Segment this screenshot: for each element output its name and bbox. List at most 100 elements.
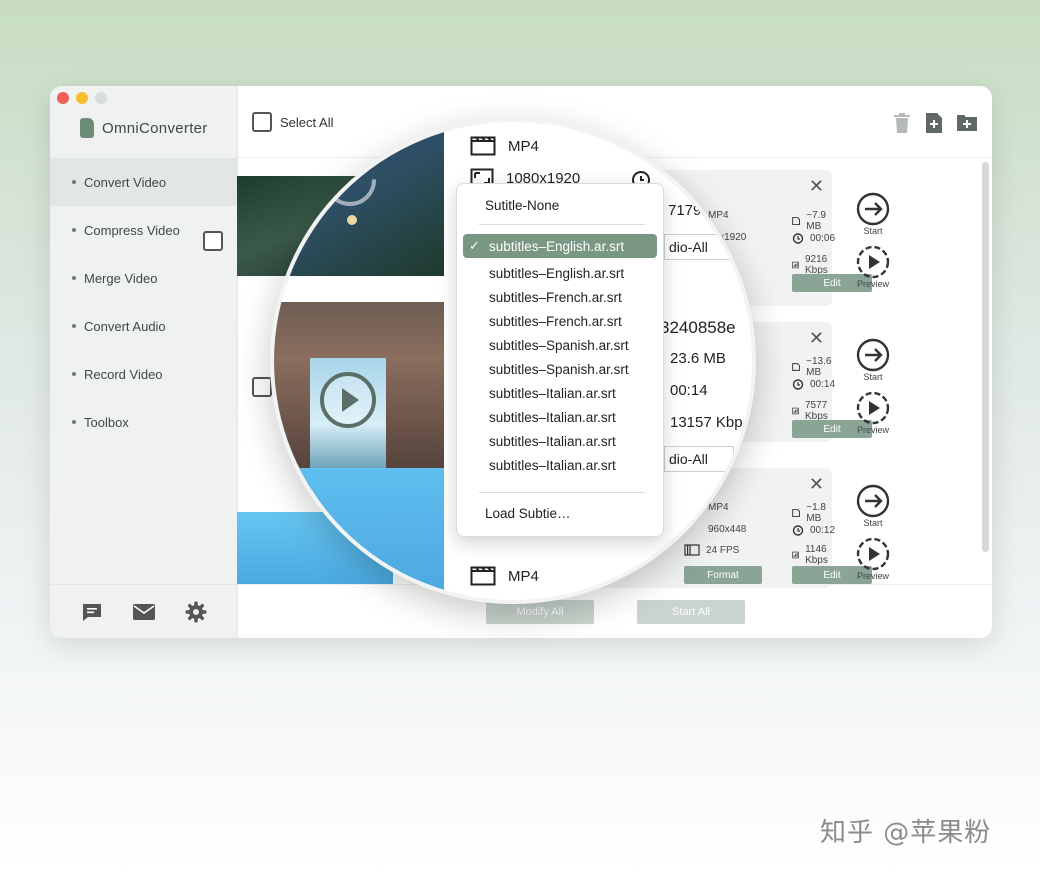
est-size: ~13.6 MB [792, 356, 835, 378]
timer-icon [792, 233, 804, 244]
subtitle-option[interactable]: subtitles–French.ar.srt [463, 285, 657, 309]
window-controls [57, 92, 107, 104]
sidebar-item-label: Convert Audio [84, 318, 166, 334]
start-icon[interactable] [856, 338, 890, 372]
bullet-icon [72, 420, 76, 424]
audio-dropdown[interactable]: dio-All [664, 446, 734, 472]
sidebar-item-convert-audio[interactable]: Convert Audio [50, 302, 238, 350]
file-size: 23.6 MB [670, 350, 726, 367]
row-checkbox[interactable] [252, 377, 272, 397]
sidebar-item-toolbox[interactable]: Toolbox [50, 398, 238, 446]
play-icon[interactable] [318, 370, 378, 430]
toolbar-icons [892, 112, 978, 139]
video-thumbnail[interactable] [274, 302, 444, 490]
fps-label: 24 FPS [684, 544, 739, 556]
start-control[interactable]: Start [854, 338, 892, 382]
subtitle-option-selected[interactable]: ✓ subtitles–English.ar.srt [463, 234, 657, 258]
start-icon[interactable] [856, 484, 890, 518]
chat-icon[interactable] [80, 600, 104, 624]
file-icon [792, 363, 800, 371]
bitrate: 13157 Kbp [670, 414, 743, 431]
preview-icon[interactable] [856, 245, 890, 279]
bitrate-icon [792, 551, 799, 559]
bitrate-value: 1146 Kbps [805, 544, 828, 566]
row-checkbox[interactable] [203, 231, 223, 251]
film-icon [684, 544, 700, 556]
clapper-icon [470, 136, 496, 156]
start-control[interactable]: Start [854, 484, 892, 528]
bitrate-value: 9216 Kbps [804, 254, 828, 276]
sidebar-item-record-video[interactable]: Record Video [50, 350, 238, 398]
duration-value: 00:12 [810, 524, 836, 536]
bitrate: 7577 Kbps [792, 400, 833, 422]
subtitle-none-option[interactable]: Sutitle-None [485, 198, 559, 213]
bitrate: 9216 Kbps [792, 254, 833, 276]
preview-label: Preview [856, 425, 889, 435]
preview-control[interactable]: Preview [854, 391, 892, 435]
format-row: MP4 [470, 136, 539, 156]
add-file-icon[interactable] [924, 112, 944, 139]
fps-value: 24 FPS [706, 544, 740, 556]
video-thumbnail[interactable] [274, 122, 444, 276]
sidebar-item-label: Merge Video [84, 270, 158, 286]
close-icon[interactable]: ✕ [809, 328, 824, 349]
audio-dropdown[interactable]: dio-All [664, 234, 734, 260]
subtitle-option[interactable]: subtitles–Spanish.ar.srt [463, 333, 657, 357]
start-all-button[interactable]: Start All [637, 600, 745, 624]
file-name-fragment: 3240858e [660, 318, 736, 337]
load-subtitle-option[interactable]: Load Subtie… [485, 506, 571, 521]
sidebar-footer [50, 584, 238, 638]
preview-icon[interactable] [856, 537, 890, 571]
sidebar-item-convert-video[interactable]: Convert Video [50, 158, 238, 206]
bitrate-icon [792, 407, 799, 415]
select-all-checkbox[interactable] [252, 112, 272, 132]
mail-icon[interactable] [132, 600, 156, 624]
close-window-button[interactable] [57, 92, 69, 104]
format-button[interactable]: Format [684, 566, 762, 584]
subtitle-option[interactable]: subtitles–Spanish.ar.srt [463, 357, 657, 381]
subtitle-option[interactable]: subtitles–French.ar.srt [463, 309, 657, 333]
subtitle-option-label: subtitles–English.ar.srt [489, 238, 625, 254]
duration: 00:12 [792, 524, 835, 536]
subtitle-list: ✓ subtitles–English.ar.srt subtitles–Engl… [463, 234, 657, 477]
sidebar-item-label: Record Video [84, 366, 163, 382]
app-logo-icon [80, 118, 94, 138]
sidebar-item-label: Convert Video [84, 174, 167, 190]
add-folder-icon[interactable] [956, 112, 978, 139]
gear-icon[interactable] [184, 600, 208, 624]
preview-control[interactable]: Preview [854, 537, 892, 581]
timer-icon [792, 525, 804, 536]
subtitle-option[interactable]: subtitles–Italian.ar.srt [463, 381, 657, 405]
subtitle-menu: Sutitle-None ✓ subtitles–English.ar.srt s… [456, 183, 664, 537]
video-thumbnail[interactable] [274, 468, 444, 600]
start-label: Start [863, 518, 883, 528]
preview-icon[interactable] [856, 391, 890, 425]
zoom-window-button[interactable] [95, 92, 107, 104]
close-icon[interactable]: ✕ [809, 474, 824, 495]
bitrate-value: 7577 Kbps [804, 400, 828, 422]
app-logo: OmniConverter [80, 118, 208, 138]
menu-divider [479, 224, 645, 225]
bullet-icon [72, 324, 76, 328]
est-size-value: ~7.9 MB [806, 210, 826, 232]
bullet-icon [72, 180, 76, 184]
est-size-value: ~13.6 MB [806, 356, 832, 378]
scrollbar[interactable] [982, 162, 989, 552]
sidebar-item-label: Compress Video [84, 222, 180, 238]
est-size: ~7.9 MB [792, 210, 832, 232]
subtitle-option[interactable]: subtitles–Italian.ar.srt [463, 405, 657, 429]
close-icon[interactable]: ✕ [809, 176, 824, 197]
preview-control[interactable]: Preview [854, 245, 892, 289]
subtitle-option[interactable]: subtitles–Italian.ar.srt [463, 429, 657, 453]
duration: 00:14 [792, 378, 835, 390]
subtitle-option[interactable]: subtitles–Italian.ar.srt [463, 453, 657, 477]
minimize-window-button[interactable] [76, 92, 88, 104]
subtitle-option[interactable]: subtitles–English.ar.srt [463, 261, 657, 285]
start-control[interactable]: Start [854, 192, 892, 236]
est-size: ~1.8 MB [792, 502, 832, 524]
sidebar-item-merge-video[interactable]: Merge Video [50, 254, 238, 302]
file-icon [792, 509, 801, 517]
duration: 00:14 [670, 382, 708, 399]
start-icon[interactable] [856, 192, 890, 226]
trash-icon[interactable] [892, 112, 912, 139]
